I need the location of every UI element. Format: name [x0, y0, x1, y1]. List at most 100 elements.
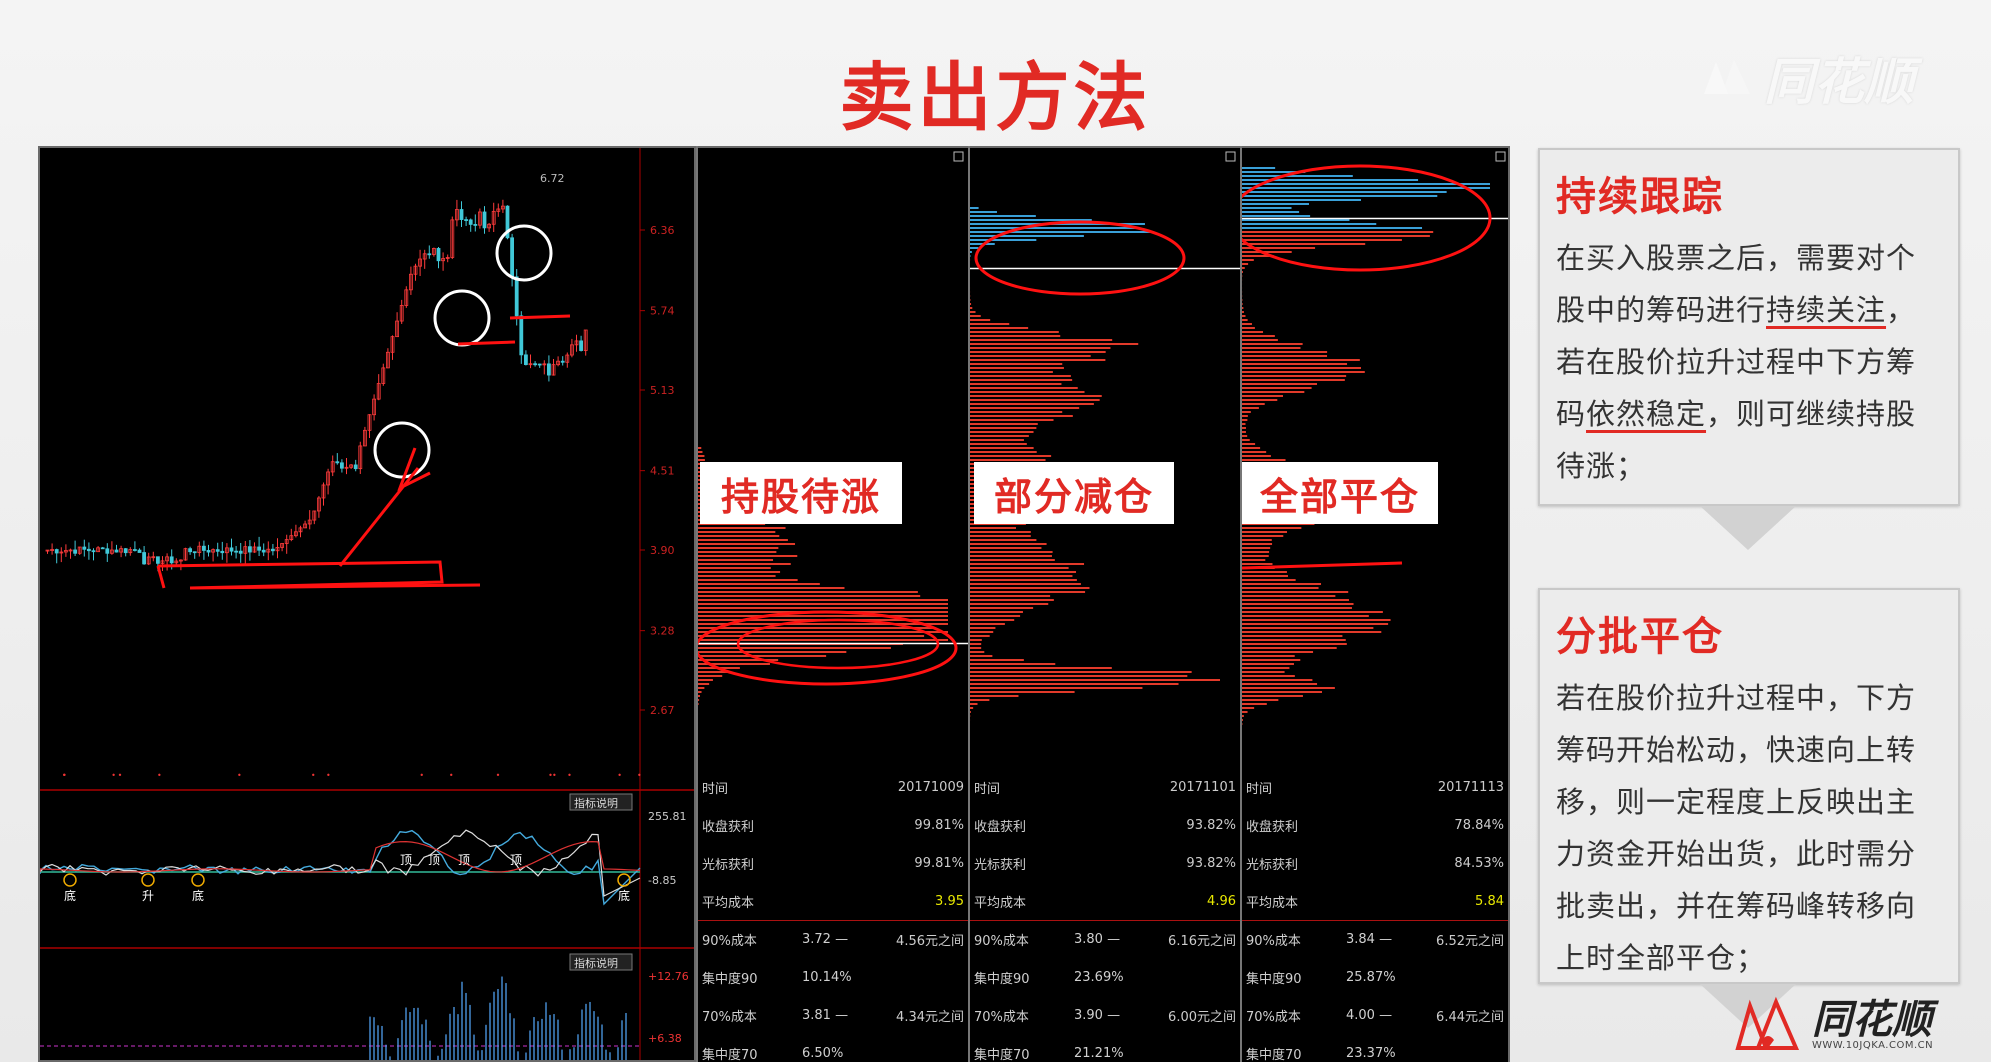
stat-row-conc70: 集中度70 21.21% — [970, 1034, 1240, 1062]
stat-label: 收盘获利 — [974, 819, 1027, 835]
stat-row-cursor-profit: 光标获利 99.81% — [698, 844, 968, 882]
candle-body — [560, 360, 565, 363]
signal-dot: • — [637, 771, 642, 780]
candle-body — [519, 315, 524, 356]
stat-label: 时间 — [974, 781, 1001, 797]
price-tick-label: 3.90 — [650, 544, 675, 557]
stat-label: 集中度90 — [974, 971, 1030, 987]
stat-value: 3.84 — — [1346, 932, 1393, 947]
stat-value: 3.81 — — [802, 1007, 849, 1023]
candle-body — [468, 219, 473, 225]
maximize-icon — [1225, 151, 1236, 162]
stat-row-cost70: 70%成本 3.90 — 6.00元之间 — [970, 996, 1240, 1034]
chip-distribution-panel-3[interactable]: 时间 20171113 收盘获利 78.84% 光标获利 84.53% 平均成本 5.84 90… — [1242, 146, 1510, 1062]
stat-value: 25.87% — [1346, 969, 1396, 985]
candle-body — [133, 549, 137, 551]
stat-row-cost90: 90%成本 3.80 — 6.16元之间 — [970, 920, 1240, 958]
chip-label-close: 全部平仓 — [1242, 462, 1438, 524]
stat-value: 4.34元之间 — [896, 1009, 964, 1025]
indicator-signal-label: 顶 — [510, 853, 522, 867]
stat-row-close-profit: 收盘获利 78.84% — [1242, 806, 1508, 844]
candle-body — [482, 211, 487, 229]
candle-body — [156, 556, 160, 564]
chip-distribution-chart — [698, 151, 968, 705]
chip-distribution-panel-2[interactable]: 时间 20171101 收盘获利 93.82% 光标获利 93.82% 平均成本 4.96 90… — [970, 146, 1240, 1062]
signal-dot: • — [552, 771, 557, 780]
candle-body — [82, 546, 87, 550]
candle-body — [436, 248, 441, 262]
candle-body — [427, 253, 432, 256]
price-tick-label: 3.28 — [650, 625, 675, 638]
stat-row-time: 时间 20171113 — [1242, 768, 1508, 806]
candle-body — [514, 276, 519, 317]
high-price-label: 6.72 — [540, 172, 565, 185]
indicator-top-value: +12.76 — [648, 970, 689, 983]
stat-row-conc70: 集中度70 23.37% — [1242, 1034, 1508, 1062]
stat-value: 93.82% — [1186, 817, 1236, 833]
indicator-line — [40, 829, 641, 897]
stat-row-cost70: 70%成本 3.81 — 4.34元之间 — [698, 996, 968, 1034]
stat-value: 84.53% — [1454, 855, 1504, 871]
kline-chart-panel[interactable]: 6.36 5.74 5.13 4.51 3.90 3.28 2.67 6.72 • • • • • • • •… — [38, 146, 696, 1062]
stat-value: 20171009 — [897, 779, 964, 795]
indicator-line — [40, 829, 641, 906]
candle-body — [87, 548, 91, 552]
stat-row-avg-cost: 平均成本 3.95 — [698, 882, 968, 920]
price-tick-label: 6.36 — [650, 224, 675, 237]
price-tick-label: 2.67 — [650, 704, 675, 717]
candle-body — [114, 549, 119, 553]
stat-row-conc70: 集中度70 6.50% — [698, 1034, 968, 1062]
stat-value: 23.37% — [1346, 1045, 1396, 1061]
stat-value: 4.96 — [1207, 893, 1236, 909]
info-box-heading: 持续跟踪 — [1556, 174, 1724, 220]
chip-distribution-panel-1[interactable]: 时间 20171009 收盘获利 99.81% 光标获利 99.81% 平均成本 3.95 90… — [698, 146, 968, 1062]
candle-body — [464, 219, 469, 221]
body-emphasis: 依然稳定 — [1586, 397, 1707, 431]
maximize-icon — [953, 151, 964, 162]
candle-body — [188, 548, 193, 553]
signal-dot: • — [111, 771, 116, 780]
candle-body — [100, 547, 105, 550]
indicator-mid-value: +6.38 — [648, 1032, 682, 1045]
info-box-heading: 分批平仓 — [1556, 614, 1724, 660]
stat-value: 6.52元之间 — [1436, 934, 1504, 949]
signal-dot: • — [118, 771, 123, 780]
signal-dot: • — [237, 771, 242, 780]
callout-arrow — [1700, 506, 1796, 550]
candle-body — [579, 340, 583, 351]
candle-body — [234, 550, 239, 553]
candle-body — [123, 548, 128, 554]
indicator-line — [40, 841, 641, 873]
stat-label: 时间 — [1246, 781, 1273, 797]
stat-value: 4.56元之间 — [896, 934, 964, 949]
stat-label: 90%成本 — [974, 934, 1029, 949]
stat-row-conc90: 集中度90 23.69% — [970, 958, 1240, 996]
candle-body — [546, 363, 551, 376]
candle-body — [73, 549, 77, 554]
indicator-mid-value: -8.85 — [648, 874, 676, 887]
brand-logo: 同花顺 WWW.10JQKA.COM.CN — [1732, 990, 1972, 1060]
candle-body — [238, 550, 243, 554]
highlight-circle — [433, 289, 491, 347]
watermark-logo-text: 同花顺 — [1764, 53, 1914, 111]
brand-url: WWW.10JQKA.COM.CN — [1812, 1039, 1934, 1051]
stat-value: 20171101 — [1169, 779, 1236, 795]
signal-dot: • — [496, 771, 501, 780]
signal-circle — [191, 873, 205, 887]
stat-label: 集中度90 — [1246, 971, 1302, 987]
stat-label: 平均成本 — [1246, 895, 1299, 911]
indicator-signal-label: 顶 — [458, 853, 470, 867]
candle-body — [533, 363, 538, 366]
stat-value: 20171113 — [1437, 779, 1504, 795]
stat-row-cursor-profit: 光标获利 84.53% — [1242, 844, 1508, 882]
candle-body — [229, 547, 234, 552]
stat-row-close-profit: 收盘获利 99.81% — [698, 806, 968, 844]
stat-label: 光标获利 — [974, 857, 1027, 873]
stat-value: 6.44元之间 — [1436, 1009, 1504, 1025]
annotation-stroke — [338, 447, 431, 567]
stat-row-conc90: 集中度90 25.87% — [1242, 958, 1508, 996]
stat-value: 99.81% — [914, 817, 964, 833]
candle-body — [257, 546, 262, 551]
brand-logo-text: 同花顺 — [1812, 996, 1932, 1043]
chip-label-reduce: 部分减仓 — [974, 462, 1174, 524]
